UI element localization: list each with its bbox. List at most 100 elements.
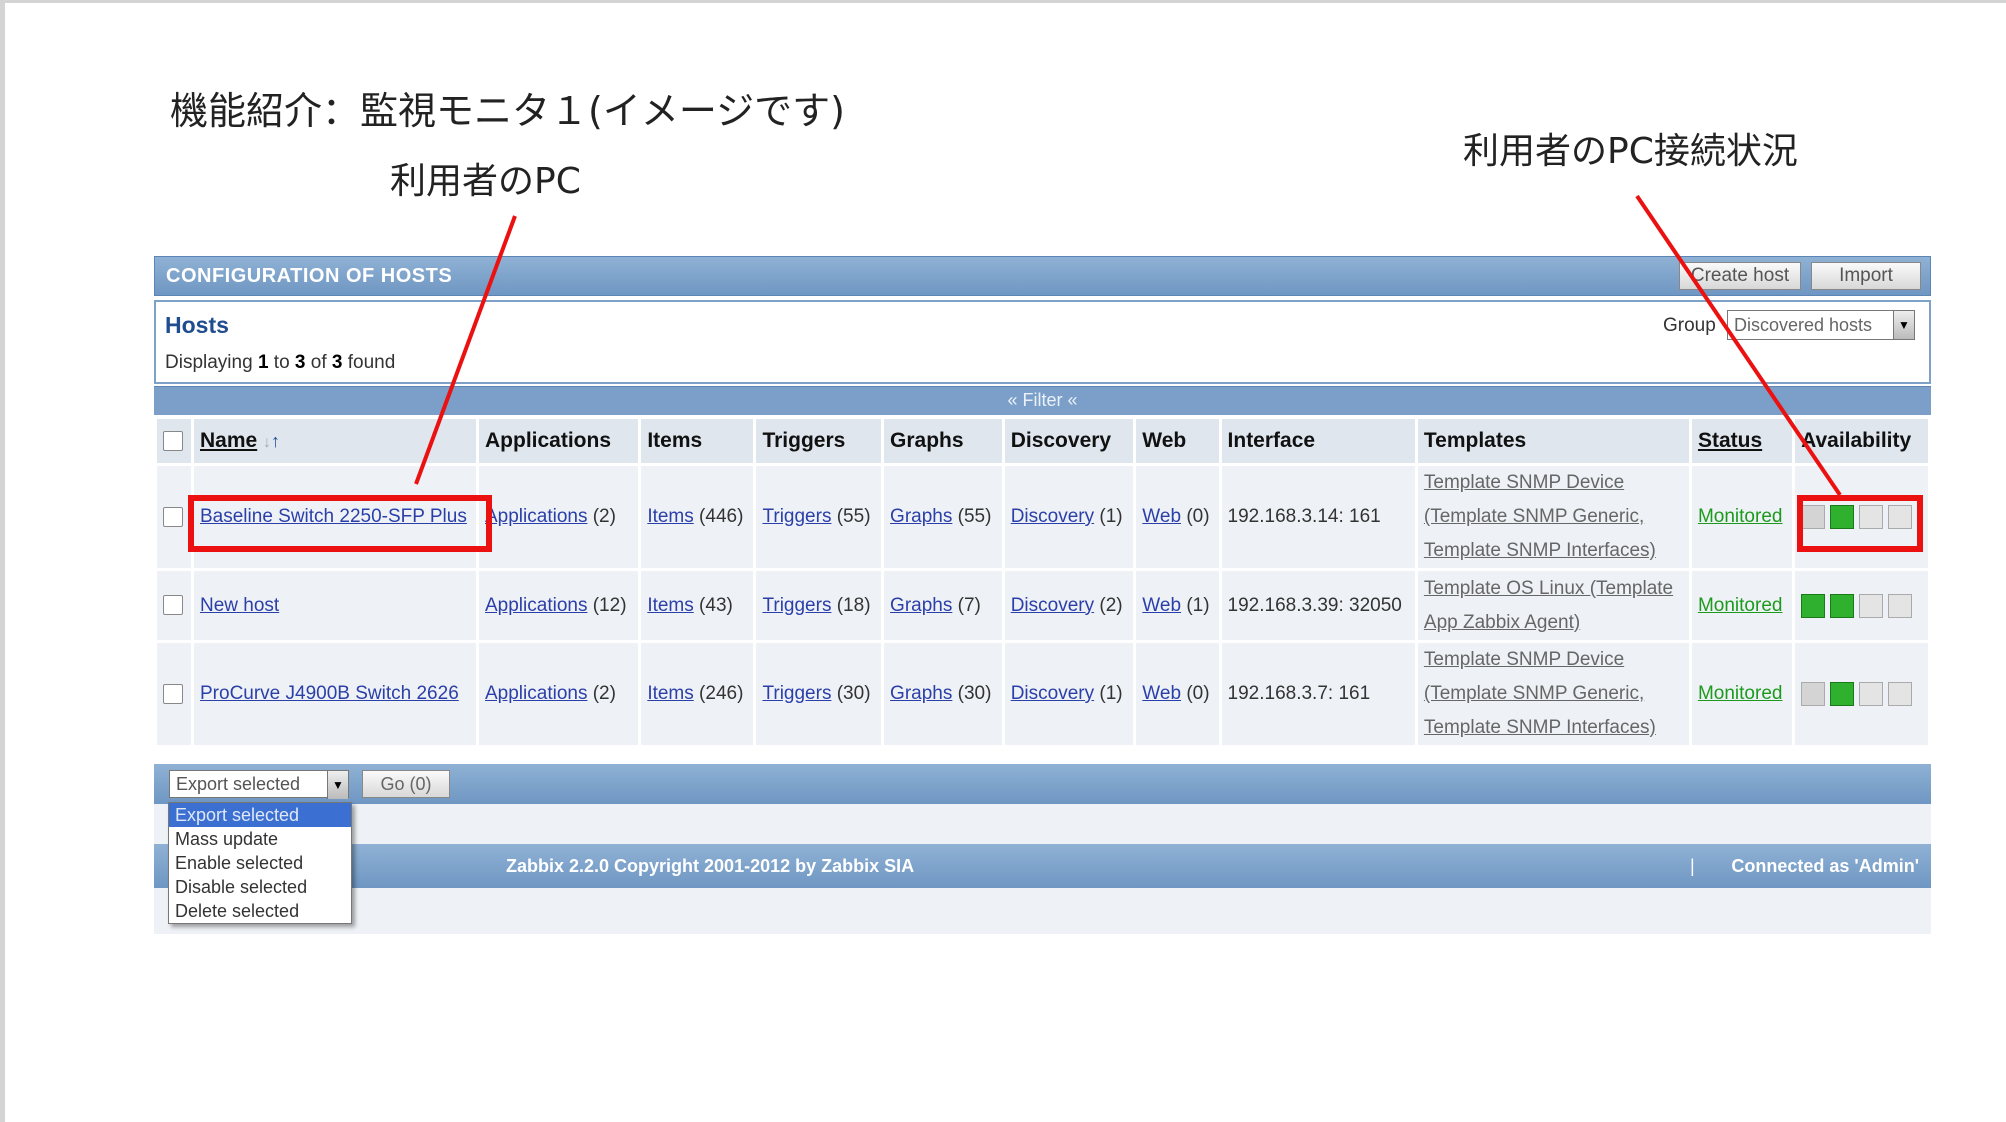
graphs-link[interactable]: Graphs [890,506,952,527]
col-triggers: Triggers [756,419,882,463]
template-link[interactable]: Template OS Linux (Template [1424,572,1683,606]
items-link[interactable]: Items [647,595,693,616]
interface-cell: 192.168.3.39: 32050 [1221,571,1415,640]
availability-cell [1795,571,1928,640]
chevron-down-icon[interactable]: ▼ [1893,311,1914,339]
import-button[interactable]: Import [1811,262,1921,290]
graphs-link[interactable]: Graphs [890,595,952,616]
filter-toggle[interactable]: « Filter « [1007,390,1077,411]
discovery-cell: Discovery (1) [1004,643,1134,745]
web-link[interactable]: Web [1142,595,1181,616]
displaying-total: 3 [331,352,343,373]
mass-action-select[interactable]: Export selected ▼ [169,770,349,799]
graphs-count: (7) [957,594,981,616]
template-link[interactable]: Template SNMP Interfaces) [1424,534,1683,568]
copyright-text: Zabbix 2.2.0 Copyright 2001-2012 by Zabb… [506,856,915,876]
triggers-cell: Triggers (18) [756,571,882,640]
col-web: Web [1136,419,1219,463]
graphs-link[interactable]: Graphs [890,683,952,704]
group-select-value: Discovered hosts [1734,315,1873,335]
web-count: (0) [1186,683,1210,704]
dropdown-option-mass-update[interactable]: Mass update [169,827,351,851]
discovery-link[interactable]: Discovery [1011,506,1094,527]
template-link[interactable]: Template SNMP Device [1424,466,1683,500]
row-checkbox[interactable] [163,595,183,616]
action-bar: Export selected ▼ Go (0) [154,764,1931,804]
applications-link[interactable]: Applications [485,683,587,704]
dropdown-option-disable[interactable]: Disable selected [169,875,351,899]
dropdown-option-enable[interactable]: Enable selected [169,851,351,875]
applications-link[interactable]: Applications [485,506,587,527]
status-toggle-link[interactable]: Monitored [1698,595,1783,616]
row-select-cell [157,466,191,568]
items-cell: Items (246) [641,643,754,745]
zabbix-screenshot: CONFIGURATION OF HOSTS Create host Impor… [154,256,1931,934]
col-discovery: Discovery [1004,419,1134,463]
slide-left-border [0,0,5,1122]
sort-down-icon: ↓ [263,434,272,451]
dropdown-option-delete[interactable]: Delete selected [169,899,351,923]
template-link[interactable]: (Template SNMP Generic, [1424,500,1683,534]
triggers-cell: Triggers (30) [756,643,882,745]
col-status-label[interactable]: Status [1698,429,1762,452]
select-all-cell [157,419,191,463]
displaying-from: 1 [257,352,269,373]
displaying-to: 3 [294,352,306,373]
col-name-label[interactable]: Name [200,429,257,452]
discovery-link[interactable]: Discovery [1011,683,1094,704]
items-cell: Items (446) [641,466,754,568]
status-toggle-link[interactable]: Monitored [1698,506,1783,527]
group-label: Group [1663,315,1716,336]
template-link[interactable]: Template SNMP Device [1424,643,1683,677]
col-status[interactable]: Status [1691,419,1793,463]
status-toggle-link[interactable]: Monitored [1698,683,1783,704]
callout-user-pc: 利用者のPC [390,161,581,202]
web-link[interactable]: Web [1142,506,1181,527]
applications-count: (2) [592,683,616,704]
go-button[interactable]: Go (0) [362,770,450,798]
host-name-link[interactable]: New host [200,595,279,616]
col-name[interactable]: Name ↓↑ [194,419,476,463]
chevron-down-icon[interactable]: ▼ [327,771,348,799]
hosts-title: Hosts [165,312,229,338]
jmx-icon [1859,682,1884,706]
col-graphs: Graphs [884,419,1002,463]
applications-cell: Applications (12) [479,571,639,640]
config-header: CONFIGURATION OF HOSTS Create host Impor… [154,256,1931,296]
dropdown-option-export[interactable]: Export selected [169,803,351,827]
template-link[interactable]: Template SNMP Interfaces) [1424,711,1683,745]
discovery-cell: Discovery (2) [1004,571,1134,640]
templates-cell: Template OS Linux (Template App Zabbix A… [1417,571,1689,640]
web-count: (1) [1186,594,1210,616]
row-checkbox[interactable] [163,506,183,527]
discovery-cell: Discovery (1) [1004,466,1134,568]
web-link[interactable]: Web [1142,683,1181,704]
graphs-cell: Graphs (7) [884,571,1002,640]
slide-top-border [0,0,2006,3]
items-link[interactable]: Items [647,683,693,704]
template-link[interactable]: (Template SNMP Generic, [1424,677,1683,711]
filter-bar[interactable]: « Filter « [154,386,1931,415]
triggers-link[interactable]: Triggers [762,683,831,704]
select-all-checkbox[interactable] [163,431,183,452]
triggers-link[interactable]: Triggers [762,595,831,616]
host-name-link[interactable]: ProCurve J4900B Switch 2626 [200,683,459,704]
graphs-cell: Graphs (30) [884,643,1002,745]
items-link[interactable]: Items [647,506,693,527]
zabbix-agent-icon [1801,593,1826,618]
interface-cell: 192.168.3.7: 161 [1221,643,1415,745]
create-host-button[interactable]: Create host [1679,262,1801,290]
group-select[interactable]: Discovered hosts ▼ [1727,310,1915,340]
row-select-cell [157,643,191,745]
items-count: (246) [699,683,744,704]
row-checkbox[interactable] [163,683,183,704]
triggers-link[interactable]: Triggers [762,506,831,527]
col-items: Items [641,419,754,463]
applications-link[interactable]: Applications [485,595,587,616]
applications-count: (2) [592,506,616,527]
displaying-prefix: Displaying [165,352,258,373]
discovery-link[interactable]: Discovery [1011,595,1094,616]
template-link[interactable]: App Zabbix Agent) [1424,606,1683,640]
snmp-icon [1830,593,1855,618]
triggers-count: (55) [836,506,871,527]
